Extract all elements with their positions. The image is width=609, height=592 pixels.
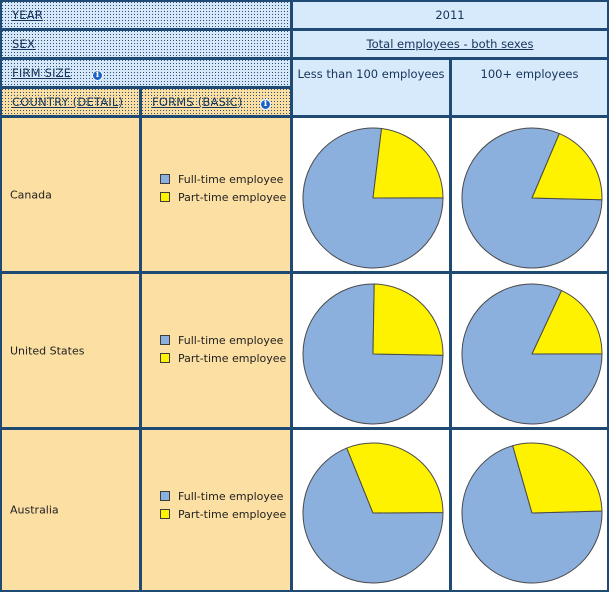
legend-swatch-full-time: [160, 335, 170, 345]
header-cell-year[interactable]: YEAR: [0, 0, 292, 30]
legend-swatch-full-time: [160, 174, 170, 184]
legend-item-full-time: Full-time employee: [160, 331, 286, 349]
pie-svg: [461, 442, 603, 584]
column-header-sex-value[interactable]: Total employees - both sexes: [293, 37, 607, 51]
column-header-year-value: 2011: [435, 8, 465, 22]
chart-cell-canada-small: [291, 116, 451, 273]
legend-item-part-time: Part-time employee: [160, 188, 286, 206]
pie-svg: [461, 283, 603, 425]
chart-cell-australia-small: [291, 428, 451, 592]
legend-swatch-part-time: [160, 353, 170, 363]
pie-slice-part-time: [372, 283, 444, 356]
pie-chart-australia-large: [460, 441, 604, 585]
row-label-country: United States: [10, 344, 85, 357]
header-cell-forms-basic[interactable]: FORMS (BASIC): [140, 87, 292, 117]
row-label-country: Canada: [10, 188, 52, 201]
column-header-firm-size-small: Less than 100 employees: [291, 58, 451, 117]
pivot-table-pie-matrix: YEAR SEX FIRM SIZE 2011 Total employees …: [0, 0, 609, 592]
legend-swatch-part-time: [160, 192, 170, 202]
legend-item-full-time: Full-time employee: [160, 170, 286, 188]
chart-cell-australia-large: [450, 428, 609, 592]
legend-item-full-time: Full-time employee: [160, 487, 286, 505]
pie-slice-part-time: [372, 128, 444, 199]
header-cell-country-detail[interactable]: COUNTRY (DETAIL): [0, 87, 141, 117]
legend-canada: Full-time employee Part-time employee: [160, 170, 286, 206]
header-cell-firm-size[interactable]: FIRM SIZE: [0, 58, 292, 88]
legend-label-part-time: Part-time employee: [178, 507, 287, 521]
column-header-firm-size-large: 100+ employees: [450, 58, 609, 117]
header-label-sex[interactable]: SEX: [12, 37, 35, 51]
legend-label-full-time: Full-time employee: [178, 333, 284, 347]
row-header-australia: Australia: [0, 428, 141, 592]
legend-cell-canada: Full-time employee Part-time employee: [140, 116, 292, 273]
column-header-sex-total[interactable]: Total employees - both sexes: [291, 29, 609, 59]
legend-australia: Full-time employee Part-time employee: [160, 487, 286, 523]
legend-label-full-time: Full-time employee: [178, 489, 284, 503]
pie-svg: [302, 442, 444, 584]
legend-united-states: Full-time employee Part-time employee: [160, 331, 286, 367]
column-header-year-2011: 2011: [291, 0, 609, 30]
header-label-year[interactable]: YEAR: [12, 8, 43, 22]
pie-chart-canada-large: [460, 126, 604, 270]
info-icon-forms-basic[interactable]: [260, 98, 271, 110]
header-label-forms-basic[interactable]: FORMS (BASIC): [152, 95, 243, 109]
pie-chart-australia-small: [301, 441, 445, 585]
row-header-canada: Canada: [0, 116, 141, 273]
legend-item-part-time: Part-time employee: [160, 505, 286, 523]
legend-swatch-part-time: [160, 509, 170, 519]
legend-swatch-full-time: [160, 491, 170, 501]
pie-chart-united-states-small: [301, 282, 445, 426]
column-header-firm-size-large-label: 100+ employees: [480, 67, 579, 81]
chart-cell-united-states-large: [450, 272, 609, 429]
legend-item-part-time: Part-time employee: [160, 349, 286, 367]
chart-cell-canada-large: [450, 116, 609, 273]
header-label-firm-size[interactable]: FIRM SIZE: [12, 66, 71, 80]
header-label-country-detail[interactable]: COUNTRY (DETAIL): [12, 95, 123, 109]
column-header-firm-size-small-label: Less than 100 employees: [297, 67, 445, 81]
legend-label-part-time: Part-time employee: [178, 351, 287, 365]
pie-svg: [461, 127, 603, 269]
header-cell-sex[interactable]: SEX: [0, 29, 292, 59]
legend-cell-united-states: Full-time employee Part-time employee: [140, 272, 292, 429]
row-header-united-states: United States: [0, 272, 141, 429]
pie-svg: [302, 283, 444, 425]
chart-cell-united-states-small: [291, 272, 451, 429]
legend-label-part-time: Part-time employee: [178, 190, 287, 204]
legend-label-full-time: Full-time employee: [178, 172, 284, 186]
row-label-country: Australia: [10, 503, 59, 517]
pie-chart-united-states-large: [460, 282, 604, 426]
pie-chart-canada-small: [301, 126, 445, 270]
legend-cell-australia: Full-time employee Part-time employee: [140, 428, 292, 592]
pie-svg: [302, 127, 444, 269]
info-icon-firm-size[interactable]: [92, 69, 103, 81]
